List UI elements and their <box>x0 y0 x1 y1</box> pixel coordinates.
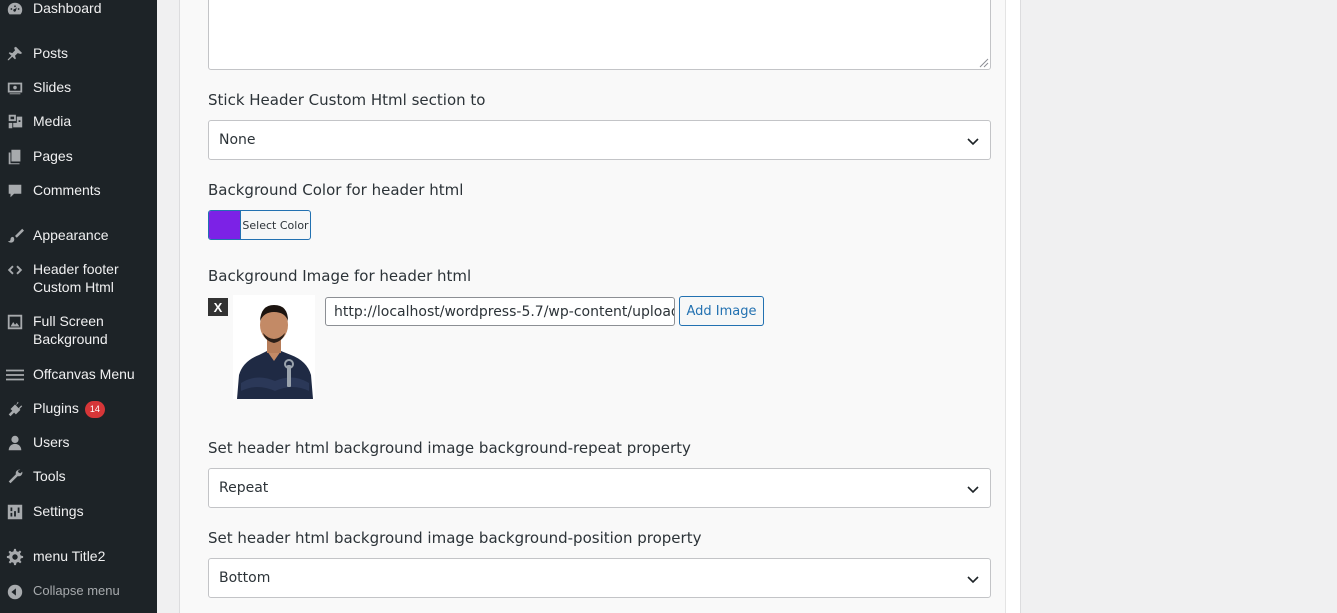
menu-label: Posts <box>33 45 69 61</box>
code-icon <box>5 260 25 280</box>
menu-label: Settings <box>33 503 84 519</box>
plug-icon <box>5 399 25 419</box>
bg-position-select[interactable]: Bottom <box>208 558 991 598</box>
chevron-down-icon <box>967 576 979 584</box>
remove-image-button[interactable]: X <box>208 298 228 316</box>
image-thumbnail <box>233 295 315 399</box>
settings-panel-inner: Stick Header Custom Html section to None… <box>180 0 1006 613</box>
menu-label: Plugins <box>33 400 79 416</box>
pin-icon <box>5 44 25 64</box>
gear-icon <box>5 547 25 567</box>
admin-sidebar: Dashboard Posts Slides Media Pages Comme… <box>0 0 157 613</box>
chevron-down-icon <box>967 138 979 146</box>
user-icon <box>5 433 25 453</box>
resize-grip-icon[interactable] <box>979 58 989 68</box>
update-count-badge: 14 <box>84 401 105 418</box>
slides-icon <box>5 78 25 98</box>
person-photo <box>233 295 315 399</box>
bg-repeat-value: Repeat <box>219 480 269 496</box>
pages-icon <box>5 147 25 167</box>
menu-label: Dashboard <box>33 0 102 16</box>
image-url-value: http://localhost/wordpress-5.7/wp-conten… <box>334 303 675 320</box>
image-icon <box>5 312 25 332</box>
bg-repeat-select[interactable]: Repeat <box>208 468 991 508</box>
menu-label: Header footer Custom Html <box>33 261 119 295</box>
bgcolor-label: Background Color for header html <box>208 181 464 199</box>
select-color-label: Select Color <box>240 211 310 239</box>
menu-label: Users <box>33 434 70 450</box>
menu-label: Tools <box>33 468 66 484</box>
bgimage-label: Background Image for header html <box>208 267 472 285</box>
main-content: Stick Header Custom Html section to None… <box>157 0 1337 613</box>
menu-label: Appearance <box>33 227 109 243</box>
bg-position-value: Bottom <box>219 570 271 586</box>
menu-label: Slides <box>33 79 72 95</box>
settings-icon <box>5 502 25 522</box>
stick-header-select[interactable]: None <box>208 120 991 160</box>
collapse-icon <box>5 582 25 602</box>
menu-label: Collapse menu <box>33 583 120 598</box>
menu-label: Pages <box>33 148 73 164</box>
stick-header-label: Stick Header Custom Html section to <box>208 91 486 109</box>
chevron-down-icon <box>967 486 979 494</box>
menu-label-wrap: Plugins 14 <box>33 399 151 418</box>
brush-icon <box>5 226 25 246</box>
menu-label: Full Screen Background <box>33 313 108 347</box>
stick-header-value: None <box>219 132 256 148</box>
dashboard-icon <box>5 0 25 19</box>
comment-icon <box>5 181 25 201</box>
media-icon <box>5 112 25 132</box>
image-url-input[interactable]: http://localhost/wordpress-5.7/wp-conten… <box>325 297 675 326</box>
menu-icon <box>5 365 25 385</box>
wrench-icon <box>5 467 25 487</box>
custom-html-textarea[interactable] <box>208 0 991 70</box>
menu-label: Offcanvas Menu <box>33 366 135 382</box>
settings-panel: Stick Header Custom Html section to None… <box>179 0 1021 613</box>
select-color-button[interactable]: Select Color <box>208 210 311 240</box>
bg-position-label: Set header html background image backgro… <box>208 529 702 547</box>
color-swatch <box>209 211 240 239</box>
menu-label: Comments <box>33 182 101 198</box>
bg-repeat-label: Set header html background image backgro… <box>208 439 691 457</box>
menu-label: menu Title2 <box>33 548 106 564</box>
menu-label: Media <box>33 113 72 129</box>
add-image-button[interactable]: Add Image <box>679 296 764 326</box>
